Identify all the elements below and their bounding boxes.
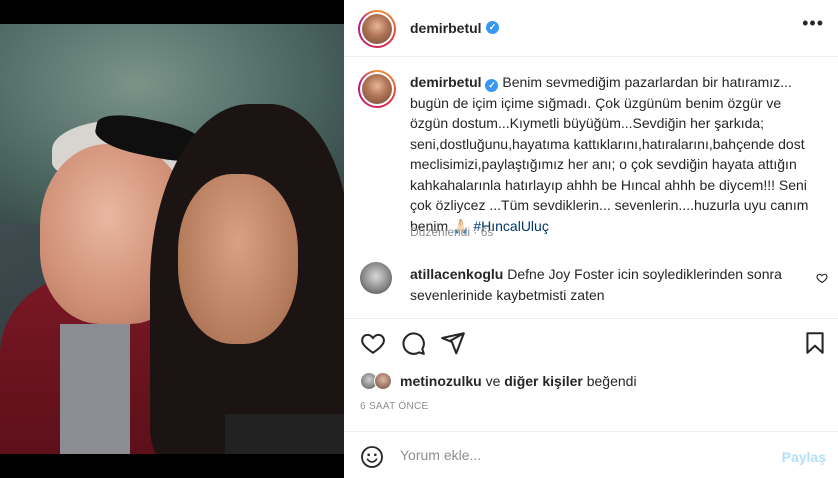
post-comment-button[interactable]: Paylaş (782, 449, 826, 465)
comment-like-heart-icon[interactable] (816, 272, 828, 284)
likes-connector: ve (485, 373, 501, 389)
other-likers-link[interactable]: diğer kişiler (504, 373, 583, 389)
bookmark-icon[interactable] (802, 330, 828, 356)
photo-dress (225, 414, 344, 454)
comment-username[interactable]: atillacenkoglu (410, 266, 503, 282)
emoji-icon[interactable] (360, 445, 384, 469)
comment-icon[interactable] (400, 330, 426, 356)
post-time: 6 SAAT ÖNCE (360, 401, 429, 412)
author-username[interactable]: demirbetul (410, 20, 482, 36)
caption-avatar-ring[interactable] (358, 70, 396, 108)
share-icon[interactable] (440, 330, 466, 356)
comment-item: atillacenkoglu Defne Joy Foster icin soy… (410, 264, 810, 305)
caption-text: Benim sevmediğim pazarlardan bir hatıram… (410, 74, 809, 234)
post-details-panel: demirbetul ✓ ••• demirbetul ✓ Benim sevm… (344, 0, 838, 478)
edited-timestamp: Düzenlendi · 6s (410, 225, 494, 239)
avatar (362, 74, 392, 104)
commenter-avatar[interactable] (360, 262, 392, 294)
photo-woman-face (178, 174, 298, 344)
likes-suffix: beğendi (586, 373, 637, 389)
comment-input[interactable] (400, 447, 760, 463)
post-caption: demirbetul ✓ Benim sevmediğim pazarlarda… (410, 72, 810, 236)
heart-icon[interactable] (360, 330, 386, 356)
author-avatar-ring[interactable] (358, 10, 396, 48)
verified-icon: ✓ (486, 21, 499, 34)
post-photo[interactable] (0, 24, 344, 454)
verified-icon: ✓ (485, 79, 499, 92)
more-horizontal-icon[interactable]: ••• (802, 14, 824, 32)
caption-username[interactable]: demirbetul (410, 74, 482, 90)
liker-username[interactable]: metinozulku (400, 373, 482, 389)
comment-composer: Paylaş (344, 431, 838, 478)
liker-avatar[interactable] (374, 372, 392, 390)
post-header: demirbetul ✓ ••• (344, 0, 838, 57)
post-actions-bar (344, 318, 838, 368)
photo-shirt (60, 324, 130, 454)
avatar (362, 14, 392, 44)
